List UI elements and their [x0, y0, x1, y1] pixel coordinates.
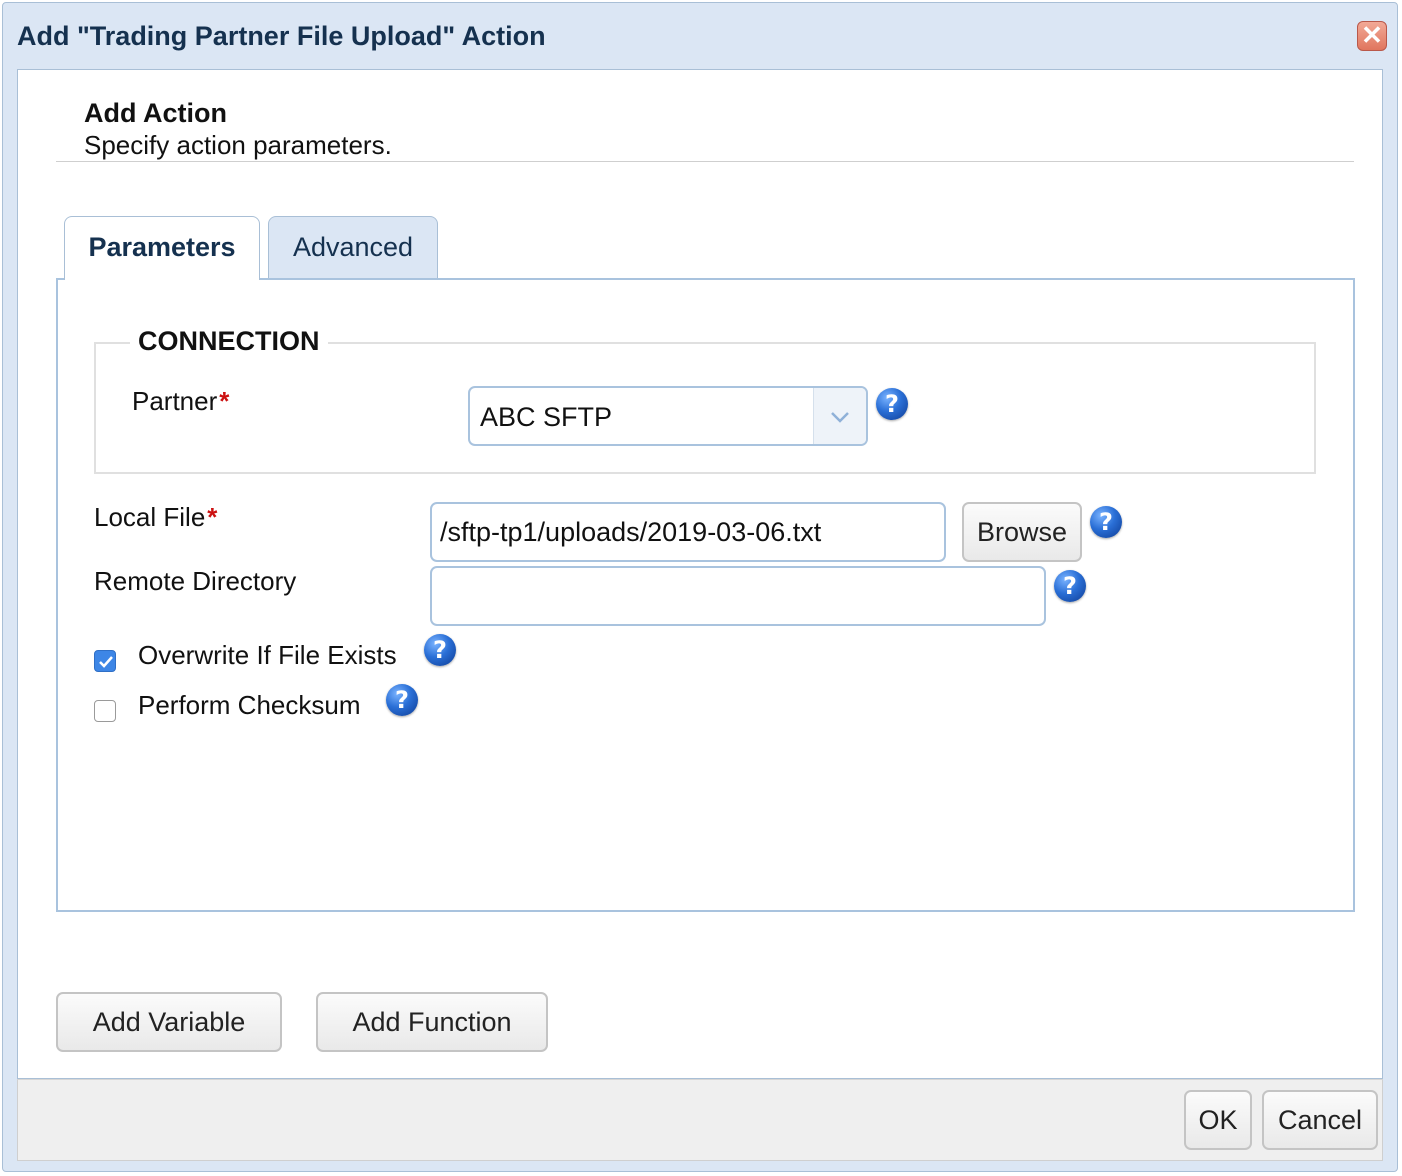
close-icon: ✕	[1361, 20, 1383, 50]
cancel-button[interactable]: Cancel	[1262, 1090, 1378, 1150]
local-file-input[interactable]	[430, 502, 946, 562]
local-file-label: Local File*	[94, 502, 217, 533]
dialog-title: Add "Trading Partner File Upload" Action	[17, 21, 546, 51]
parameters-panel: CONNECTION Partner* ABC SFTP ? Local Fil…	[56, 278, 1355, 912]
local-file-label-text: Local File	[94, 502, 206, 532]
dropdown-button[interactable]	[813, 388, 866, 444]
help-icon[interactable]: ?	[1090, 506, 1122, 538]
partner-label: Partner*	[132, 386, 229, 417]
tab-parameters[interactable]: Parameters	[64, 216, 260, 280]
partner-select-value: ABC SFTP	[480, 402, 613, 432]
required-marker: *	[219, 386, 230, 416]
overwrite-checkbox[interactable]	[94, 650, 116, 672]
add-function-button[interactable]: Add Function	[316, 992, 548, 1052]
page-subtitle: Specify action parameters.	[84, 130, 392, 160]
overwrite-label[interactable]: Overwrite If File Exists	[138, 640, 397, 671]
help-icon[interactable]: ?	[876, 388, 908, 420]
remote-directory-label: Remote Directory	[94, 566, 297, 596]
chevron-down-icon	[831, 412, 849, 423]
remote-directory-input[interactable]	[430, 566, 1046, 626]
checksum-label[interactable]: Perform Checksum	[138, 690, 361, 721]
dialog-titlebar[interactable]: Add "Trading Partner File Upload" Action…	[3, 3, 1397, 71]
browse-button[interactable]: Browse	[962, 502, 1082, 562]
checkmark-icon	[99, 656, 113, 668]
page-title: Add Action	[84, 98, 227, 128]
tab-advanced[interactable]: Advanced	[268, 216, 438, 278]
add-variable-button[interactable]: Add Variable	[56, 992, 282, 1052]
help-icon[interactable]: ?	[386, 684, 418, 716]
connection-fieldset: CONNECTION Partner* ABC SFTP ?	[94, 326, 1316, 474]
ok-button[interactable]: OK	[1184, 1090, 1252, 1150]
close-button[interactable]: ✕	[1357, 21, 1387, 51]
checksum-checkbox[interactable]	[94, 700, 116, 722]
help-icon[interactable]: ?	[424, 634, 456, 666]
connection-legend: CONNECTION	[130, 326, 328, 357]
header-divider	[56, 161, 1354, 162]
required-marker: *	[207, 502, 218, 532]
help-icon[interactable]: ?	[1054, 570, 1086, 602]
partner-label-text: Partner	[132, 386, 218, 416]
partner-select[interactable]: ABC SFTP	[468, 386, 868, 446]
dialog-footer: OK Cancel	[17, 1079, 1383, 1161]
dialog-content: Add Action Specify action parameters. Pa…	[17, 69, 1383, 1079]
dialog-window: Add "Trading Partner File Upload" Action…	[2, 2, 1398, 1172]
